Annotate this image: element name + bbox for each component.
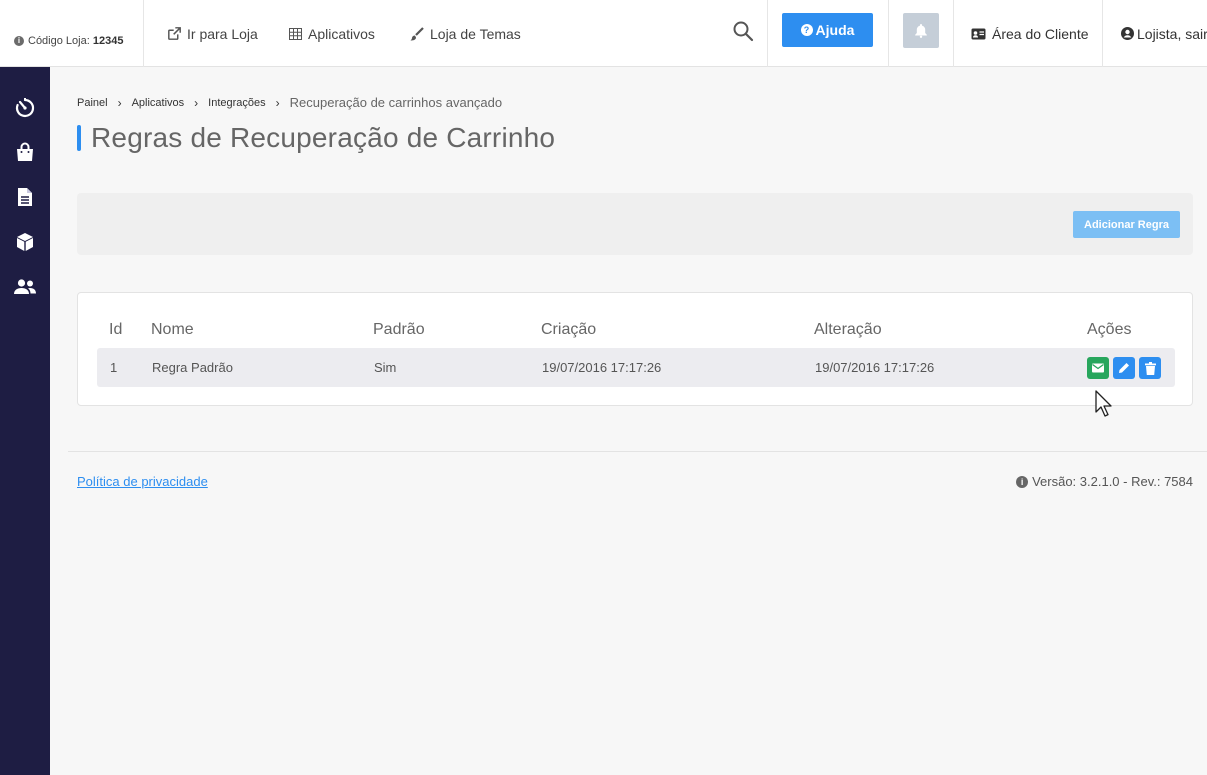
sidebar-item-products[interactable] (0, 224, 50, 260)
bell-icon (915, 24, 927, 38)
breadcrumb-item-aplicativos[interactable]: Aplicativos (132, 97, 185, 109)
rules-table: Id Nome Padrão Criação Alteração Ações 1… (77, 292, 1193, 406)
shopping-bag-icon (17, 142, 33, 161)
sidebar-item-dashboard[interactable] (0, 90, 50, 126)
question-icon: ? (800, 24, 813, 36)
brush-icon (410, 26, 424, 41)
delete-button[interactable] (1139, 357, 1161, 379)
divider (953, 0, 954, 67)
area-do-cliente-link[interactable]: Área do Cliente (971, 0, 1089, 67)
title-accent-bar (77, 125, 81, 151)
nav-aplicativos-label: Aplicativos (308, 25, 375, 42)
chevron-right-icon: › (275, 95, 280, 110)
breadcrumb-item-integracoes[interactable]: Integrações (208, 97, 265, 109)
nav-aplicativos[interactable]: Aplicativos (289, 0, 375, 67)
footer-divider (68, 451, 1207, 452)
cell-criacao: 19/07/2016 17:17:26 (542, 360, 662, 375)
cell-alteracao: 19/07/2016 17:17:26 (815, 360, 935, 375)
grid-icon (289, 27, 302, 40)
external-link-icon (168, 27, 181, 40)
box-icon (17, 233, 33, 251)
edit-button[interactable] (1113, 357, 1135, 379)
column-header-acoes: Ações (1087, 321, 1132, 338)
dashboard-timer-icon (15, 98, 35, 118)
column-header-id: Id (109, 321, 123, 338)
search-icon (733, 21, 754, 42)
store-code-value: 12345 (92, 34, 124, 47)
store-code-label: Código Loja: (28, 34, 90, 47)
sidebar (0, 67, 50, 775)
breadcrumb-current: Recuperação de carrinhos avançado (289, 95, 503, 110)
cell-id: 1 (110, 360, 118, 375)
trash-icon (1144, 361, 1156, 375)
column-header-padrao: Padrão (373, 321, 425, 338)
column-header-nome: Nome (151, 321, 194, 338)
page-title: Regras de Recuperação de Carrinho (77, 122, 555, 154)
nav-ir-para-loja[interactable]: Ir para Loja (168, 0, 258, 67)
version-label: Versão: 3.2.1.0 - Rev.: 7584 (1032, 474, 1193, 489)
nav-loja-de-temas[interactable]: Loja de Temas (410, 0, 521, 67)
page-title-text: Regras de Recuperação de Carrinho (91, 122, 556, 153)
sidebar-item-documents[interactable] (0, 179, 50, 215)
top-bar: i Código Loja: 12345 Ir para Loja Aplica… (0, 0, 1207, 67)
version-info: i Versão: 3.2.1.0 - Rev.: 7584 (1016, 474, 1193, 489)
nav-ir-para-loja-label: Ir para Loja (187, 25, 258, 42)
pencil-icon (1119, 363, 1129, 373)
table-row: 1 Regra Padrão Sim 19/07/2016 17:17:26 1… (97, 348, 1175, 387)
envelope-icon (1092, 363, 1104, 373)
document-icon (18, 188, 32, 206)
divider (767, 0, 768, 67)
info-icon: i (1016, 475, 1029, 488)
info-icon: i (14, 35, 24, 46)
breadcrumb: Painel › Aplicativos › Integrações › Rec… (77, 95, 502, 110)
user-circle-icon (1121, 27, 1134, 40)
id-card-icon (971, 28, 986, 40)
column-header-criacao: Criação (541, 321, 597, 338)
user-label: Lojista, sair (1137, 25, 1207, 42)
divider (1102, 0, 1103, 67)
sidebar-item-orders[interactable] (0, 134, 50, 170)
add-rule-button[interactable]: Adicionar Regra (1073, 211, 1180, 238)
user-logout-link[interactable]: Lojista, sair (1121, 0, 1207, 67)
chevron-right-icon: › (117, 95, 122, 110)
store-code: i Código Loja: 12345 (0, 0, 144, 67)
column-header-alteracao: Alteração (814, 321, 882, 338)
divider (888, 0, 889, 67)
nav-loja-de-temas-label: Loja de Temas (430, 25, 521, 42)
chevron-right-icon: › (194, 95, 199, 110)
users-icon (14, 279, 36, 294)
area-do-cliente-label: Área do Cliente (992, 25, 1089, 42)
notifications-button[interactable] (903, 13, 939, 48)
privacy-policy-link[interactable]: Política de privacidade (77, 474, 208, 489)
mouse-cursor-icon (1094, 390, 1116, 423)
breadcrumb-item-painel[interactable]: Painel (77, 97, 108, 109)
search-button[interactable] (732, 20, 756, 44)
cell-padrao: Sim (374, 360, 397, 375)
sidebar-item-customers[interactable] (0, 269, 50, 305)
toolbar-panel: Adicionar Regra (77, 193, 1193, 255)
help-button[interactable]: ? Ajuda (782, 13, 873, 47)
help-label: Ajuda (815, 22, 855, 38)
send-email-button[interactable] (1087, 357, 1109, 379)
cell-nome: Regra Padrão (152, 360, 233, 375)
